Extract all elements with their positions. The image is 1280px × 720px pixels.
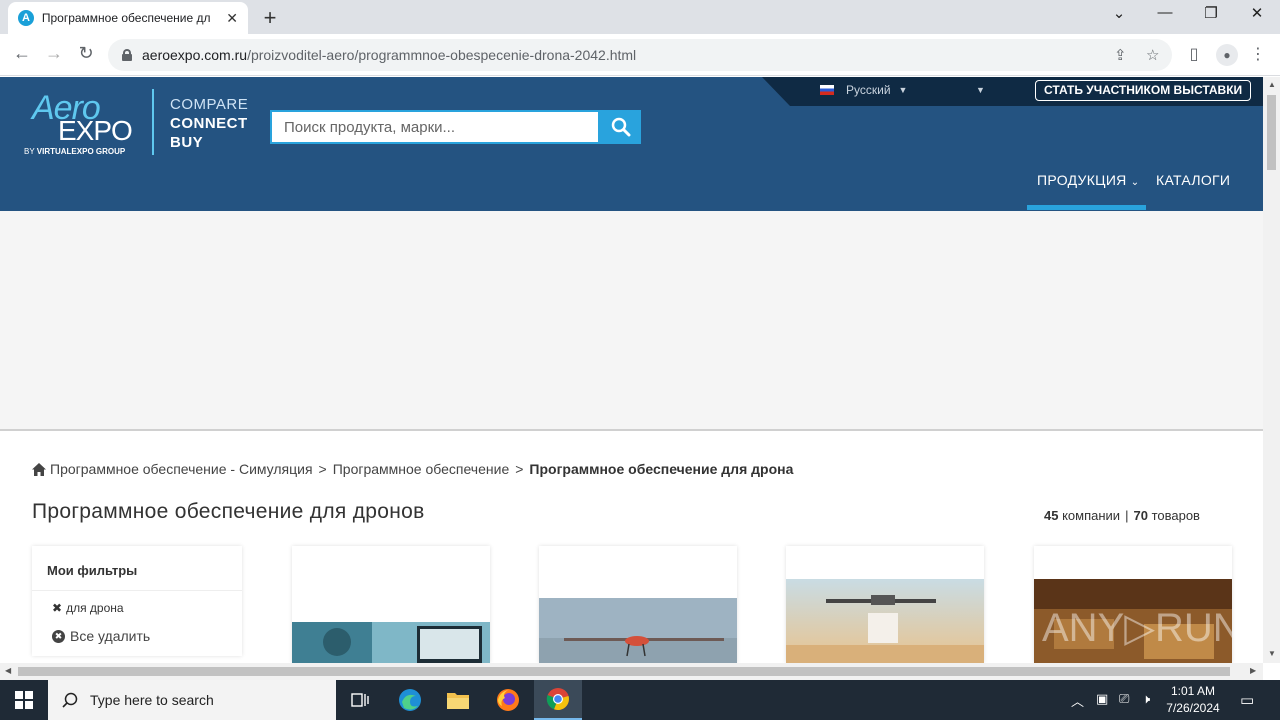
search-icon (62, 692, 78, 708)
product-card[interactable] (786, 546, 984, 663)
url-text: aeroexpo.com.ru/proizvoditel-aero/progra… (142, 47, 637, 63)
new-tab-button[interactable]: + (260, 5, 280, 31)
caret-down-icon: ▼ (898, 85, 908, 95)
product-card[interactable]: ANY▷RUN (1034, 546, 1232, 663)
tab-title: Программное обеспечение дл (41, 11, 211, 25)
clear-all-filters-button[interactable]: ✖ Все удалить (52, 628, 150, 644)
taskbar-search[interactable]: Type here to search (48, 680, 336, 720)
reload-button[interactable]: ↻ (74, 43, 98, 64)
lock-icon (122, 49, 132, 61)
horizontal-scrollbar[interactable]: ◀ ▶ (0, 663, 1263, 680)
chevron-down-icon: ⌄ (1130, 177, 1140, 188)
nav-active-indicator (1027, 205, 1146, 210)
breadcrumb-item[interactable]: Программное обеспечение - Симуляция (50, 461, 313, 477)
product-image-fixed-wing-drone (539, 598, 737, 663)
windows-logo-icon (15, 691, 33, 709)
breadcrumb: Программное обеспечение - Симуляция > Пр… (32, 461, 793, 477)
task-view-icon[interactable] (336, 680, 384, 720)
breadcrumb-item[interactable]: Программное обеспечение (333, 461, 510, 477)
product-image-delivery-drone (786, 579, 984, 663)
logo-tagline: COMPARE CONNECT BUY (170, 96, 249, 151)
minimize-button[interactable]: — (1153, 4, 1177, 21)
search-button[interactable] (600, 110, 641, 144)
page-title: Программное обеспечение для дронов (32, 500, 425, 523)
nav-products[interactable]: ПРОДУКЦИЯ ⌄ (1037, 172, 1139, 188)
language-label: Русский (846, 83, 891, 97)
secondary-dropdown-caret-icon[interactable]: ▼ (976, 85, 985, 95)
browser-toolbar: ← → ↻ aeroexpo.com.ru/proizvoditel-aero/… (0, 34, 1280, 76)
menu-dots-icon[interactable]: ⋮ (1248, 44, 1268, 64)
product-search-input[interactable] (272, 112, 598, 142)
forward-button[interactable]: → (42, 43, 66, 64)
product-card[interactable] (292, 546, 490, 663)
search-icon (611, 117, 630, 137)
profile-avatar-icon[interactable]: ● (1216, 44, 1238, 66)
filters-title: Мои фильтры (47, 563, 138, 578)
language-selector[interactable]: Русский ▼ (820, 83, 907, 97)
remove-filter-icon[interactable]: ✖ (52, 601, 62, 615)
svg-text:ANY▷RUN: ANY▷RUN (1042, 606, 1232, 650)
chrome-icon[interactable] (534, 680, 582, 720)
notification-icon[interactable]: ▭ (1240, 691, 1254, 709)
clear-circle-icon: ✖ (52, 629, 65, 643)
home-icon[interactable] (32, 462, 46, 476)
vertical-scrollbar[interactable]: ▲ ▼ (1263, 77, 1280, 663)
restore-button[interactable]: ❐ (1199, 4, 1223, 22)
site-header: Русский ▼ ▼ СТАТЬ УЧАСТНИКОМ ВЫСТАВКИ Ae… (0, 77, 1263, 211)
bookmark-star-icon[interactable]: ☆ (1146, 46, 1159, 64)
tab-close-icon[interactable]: ✕ (226, 10, 238, 27)
side-panel-icon[interactable]: ▯ (1184, 44, 1204, 64)
start-button[interactable] (0, 680, 48, 720)
breadcrumb-current: Программное обеспечение для дрона (529, 461, 794, 477)
vertical-scroll-thumb[interactable] (1267, 95, 1276, 170)
nav-catalogs[interactable]: КАТАЛОГИ (1156, 172, 1230, 188)
network-icon[interactable]: ⎚ (1119, 691, 1129, 707)
volume-icon[interactable]: 🕨 (1142, 691, 1150, 707)
meet-now-icon[interactable]: ▣ (1096, 691, 1108, 707)
active-filter-chip[interactable]: ✖ для дрона (52, 601, 124, 615)
edge-browser-icon[interactable] (386, 680, 434, 720)
taskbar-clock[interactable]: 1:01 AM 7/26/2024 (1162, 683, 1224, 717)
firefox-icon[interactable] (484, 680, 532, 720)
close-window-button[interactable]: ✕ (1245, 4, 1269, 22)
file-explorer-icon[interactable] (434, 680, 482, 720)
share-icon[interactable]: ⇪ (1114, 46, 1127, 64)
windows-taskbar: Type here to search ︿ ▣ ⎚ 🕨 1:01 AM 7/26… (0, 680, 1280, 720)
tab-search-icon[interactable]: ⌄ (1107, 4, 1131, 22)
product-image-laptop (292, 622, 490, 663)
result-counts: 45 компании | 70 товаров (1044, 508, 1200, 523)
product-image-aerial-terrain: ANY▷RUN (1034, 579, 1232, 663)
browser-tab[interactable]: A Программное обеспечение дл ✕ (8, 2, 248, 34)
ad-banner-area (0, 211, 1263, 431)
product-search-box (270, 110, 600, 144)
filters-panel: Мои фильтры ✖ для дрона ✖ Все удалить (32, 546, 242, 656)
product-card[interactable] (539, 546, 737, 663)
back-button[interactable]: ← (10, 43, 34, 64)
aeroexpo-logo[interactable]: Aero EXPO BY VIRTUALEXPO GROUP COMPARE C… (24, 89, 254, 169)
browser-tab-bar: A Программное обеспечение дл ✕ + ⌄ — ❐ ✕ (0, 0, 1280, 34)
become-exhibitor-button[interactable]: СТАТЬ УЧАСТНИКОМ ВЫСТАВКИ (1035, 80, 1252, 101)
russia-flag-icon (820, 85, 834, 95)
site-favicon-icon: A (18, 10, 34, 26)
address-bar[interactable]: aeroexpo.com.ru/proizvoditel-aero/progra… (108, 39, 1172, 71)
tray-overflow-chevron-icon[interactable]: ︿ (1071, 691, 1084, 710)
horizontal-scroll-thumb[interactable] (18, 667, 1230, 676)
